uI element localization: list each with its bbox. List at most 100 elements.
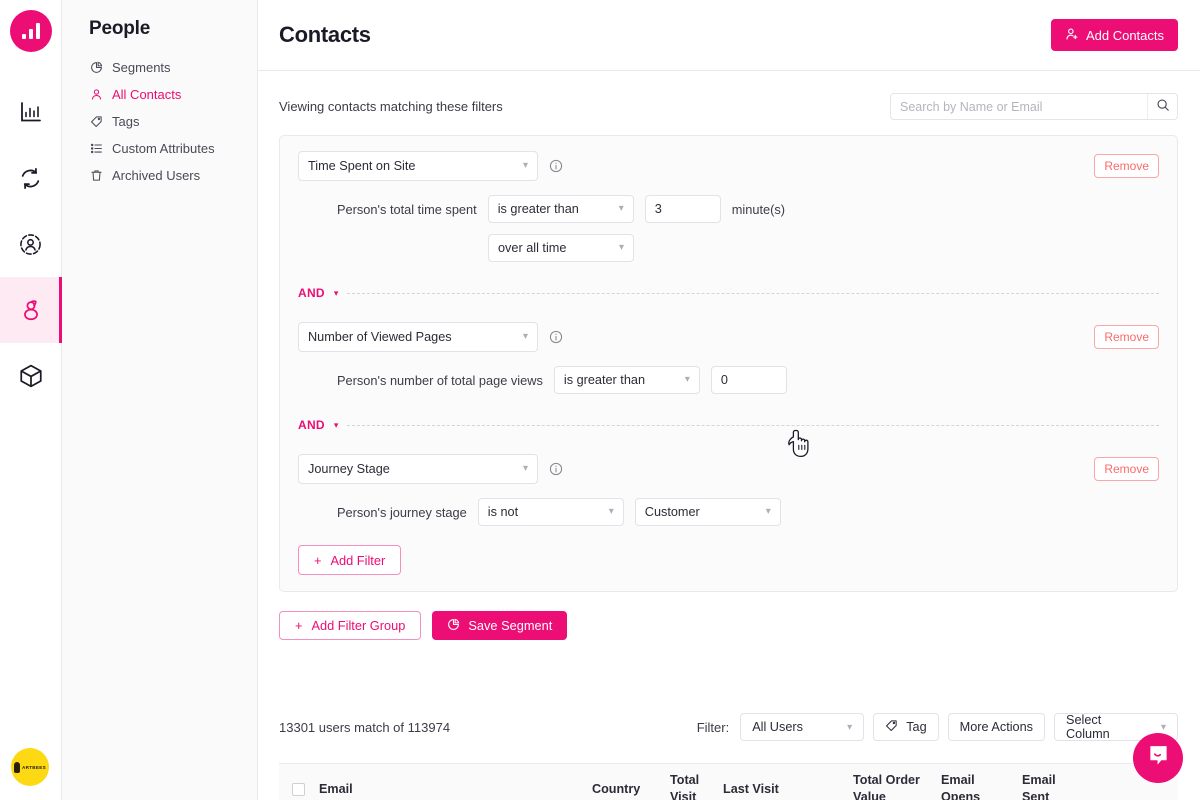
add-filter-group-button[interactable]: + Add Filter Group xyxy=(279,611,422,640)
logo-bar-3 xyxy=(35,23,40,39)
filter-attribute-select-1[interactable]: Time Spent on Site ▾ xyxy=(298,151,538,181)
logo-bar-1 xyxy=(21,34,26,39)
sidebar-item-archived-users[interactable]: Archived Users xyxy=(62,162,257,189)
filter-row-2: Number of Viewed Pages ▾ Remove xyxy=(298,322,1159,352)
save-segment-button[interactable]: Save Segment xyxy=(432,611,568,640)
info-icon-2[interactable] xyxy=(549,330,563,344)
and-divider-2: AND ▾ xyxy=(298,418,1159,432)
artbees-label: ARTBEES xyxy=(21,764,47,770)
rail-item-audience[interactable] xyxy=(0,211,62,277)
sidebar-item-label: All Contacts xyxy=(112,87,182,102)
column-header-email[interactable]: Email xyxy=(319,781,592,798)
chevron-down-icon: ▾ xyxy=(608,506,614,517)
and-operator-label[interactable]: AND xyxy=(298,286,325,300)
results-count: 13301 users match of 113974 xyxy=(279,719,451,735)
info-icon-3[interactable] xyxy=(549,462,563,476)
tag-button[interactable]: Tag xyxy=(873,713,939,741)
column-header-total-visit-line2: Visit xyxy=(670,790,697,800)
rail-item-people[interactable] xyxy=(0,277,62,343)
filter-attribute-select-3[interactable]: Journey Stage ▾ xyxy=(298,454,538,484)
sidebar-item-all-contacts[interactable]: All Contacts xyxy=(62,81,257,108)
filter-group: Time Spent on Site ▾ Remove Person's tot… xyxy=(279,135,1178,592)
save-segment-label: Save Segment xyxy=(468,618,553,633)
trash-icon xyxy=(89,169,103,183)
tag-icon xyxy=(885,719,898,735)
sidebar-item-label: Custom Attributes xyxy=(112,141,215,156)
filter-unit-1: minute(s) xyxy=(731,201,786,217)
filters-header: Viewing contacts matching these filters xyxy=(258,71,1200,120)
sync-icon xyxy=(18,166,43,191)
chevron-down-icon[interactable]: ▾ xyxy=(334,288,339,299)
add-filter-label: Add Filter xyxy=(330,552,386,568)
remove-filter-button-2[interactable]: Remove xyxy=(1094,325,1159,349)
sidebar-item-label: Archived Users xyxy=(112,168,201,183)
logo-bar-2 xyxy=(28,29,33,39)
contacts-table-header: Email Country Total Visit Last Visit Tot… xyxy=(279,763,1178,800)
filter-operator-value: is greater than xyxy=(497,202,579,216)
app-logo-icon[interactable] xyxy=(9,10,52,52)
sidebar-title: People xyxy=(89,18,151,39)
select-all-checkbox[interactable] xyxy=(292,782,305,796)
filter-condition-row-3: Person's journey stage is not ▾ Customer… xyxy=(298,498,1159,526)
filter-value-select-3[interactable]: Customer ▾ xyxy=(634,498,781,526)
column-header-order-value-line2: Value xyxy=(853,790,886,800)
more-actions-button[interactable]: More Actions xyxy=(947,713,1045,741)
list-icon xyxy=(89,142,103,156)
column-header-email-opens[interactable]: Email Opens xyxy=(941,772,1022,800)
filters-heading: Viewing contacts matching these filters xyxy=(279,99,503,114)
info-icon-1[interactable] xyxy=(549,159,563,173)
filter-all-users-select[interactable]: All Users ▾ xyxy=(740,713,865,741)
filter-operator-value: is greater than xyxy=(563,373,645,387)
artbees-badge[interactable]: ARTBEES xyxy=(11,748,49,786)
sidebar-item-tags[interactable]: Tags xyxy=(62,108,257,135)
search-input[interactable] xyxy=(891,94,1147,119)
sidebar-item-custom-attributes[interactable]: Custom Attributes xyxy=(62,135,257,162)
results-toolbar: 13301 users match of 113974 Filter: All … xyxy=(279,640,1178,741)
rail-item-automation[interactable] xyxy=(0,145,62,211)
and-operator-label[interactable]: AND xyxy=(298,418,325,432)
chevron-down-icon[interactable]: ▾ xyxy=(334,420,339,431)
filter-attribute-select-2[interactable]: Number of Viewed Pages ▾ xyxy=(298,322,538,352)
sidebar-item-segments[interactable]: Segments xyxy=(62,54,257,81)
column-header-email-sent-line2: Sent xyxy=(1022,790,1050,800)
page-header: Contacts Add Contacts xyxy=(258,0,1200,71)
add-contacts-button[interactable]: Add Contacts xyxy=(1050,19,1178,51)
chevron-down-icon: ▾ xyxy=(522,331,528,342)
filter-operator-select-2[interactable]: is greater than ▾ xyxy=(553,366,700,394)
remove-filter-button-3[interactable]: Remove xyxy=(1094,457,1159,481)
filter-timeframe-row-1: over all time ▾ xyxy=(298,234,1159,262)
chat-launcher-button[interactable] xyxy=(1133,733,1183,783)
cube-icon xyxy=(18,363,44,389)
column-header-last-visit[interactable]: Last Visit xyxy=(723,781,853,798)
user-circle-icon xyxy=(18,232,43,257)
filter-attribute-value: Time Spent on Site xyxy=(308,159,416,173)
filter-operator-select-1[interactable]: is greater than ▾ xyxy=(487,195,634,223)
filter-value-input-1[interactable] xyxy=(644,195,721,223)
filter-value-input-2[interactable] xyxy=(710,366,787,394)
search-button[interactable] xyxy=(1147,94,1177,119)
search-box xyxy=(890,93,1178,120)
filter-label: Filter: xyxy=(696,719,730,735)
chevron-down-icon: ▾ xyxy=(765,506,771,517)
chat-bubble-icon xyxy=(1146,743,1171,773)
rail-item-products[interactable] xyxy=(0,343,62,409)
column-header-email-sent[interactable]: Email Sent xyxy=(1022,772,1082,800)
column-header-total-visit[interactable]: Total Visit xyxy=(670,772,723,800)
column-header-total-visit-line1: Total xyxy=(670,773,700,787)
filter-operator-select-3[interactable]: is not ▾ xyxy=(477,498,624,526)
remove-filter-button-1[interactable]: Remove xyxy=(1094,154,1159,178)
chevron-down-icon: ▾ xyxy=(847,721,853,733)
chevron-down-icon: ▾ xyxy=(684,374,690,385)
segment-pie-icon xyxy=(447,618,460,634)
filter-condition-row-2: Person's number of total page views is g… xyxy=(298,366,1159,394)
add-filter-button[interactable]: + Add Filter xyxy=(298,545,402,575)
bar-chart-icon xyxy=(19,100,43,124)
rail-item-analytics[interactable] xyxy=(0,79,62,145)
search-icon xyxy=(1156,98,1170,115)
column-header-email-opens-line1: Email xyxy=(941,773,975,787)
column-header-total-order-value[interactable]: Total Order Value xyxy=(853,772,941,800)
filter-timeframe-select-1[interactable]: over all time ▾ xyxy=(488,234,634,262)
filter-value-text: Customer xyxy=(644,505,700,519)
column-header-country[interactable]: Country xyxy=(592,781,670,798)
chevron-down-icon: ▾ xyxy=(522,463,528,474)
